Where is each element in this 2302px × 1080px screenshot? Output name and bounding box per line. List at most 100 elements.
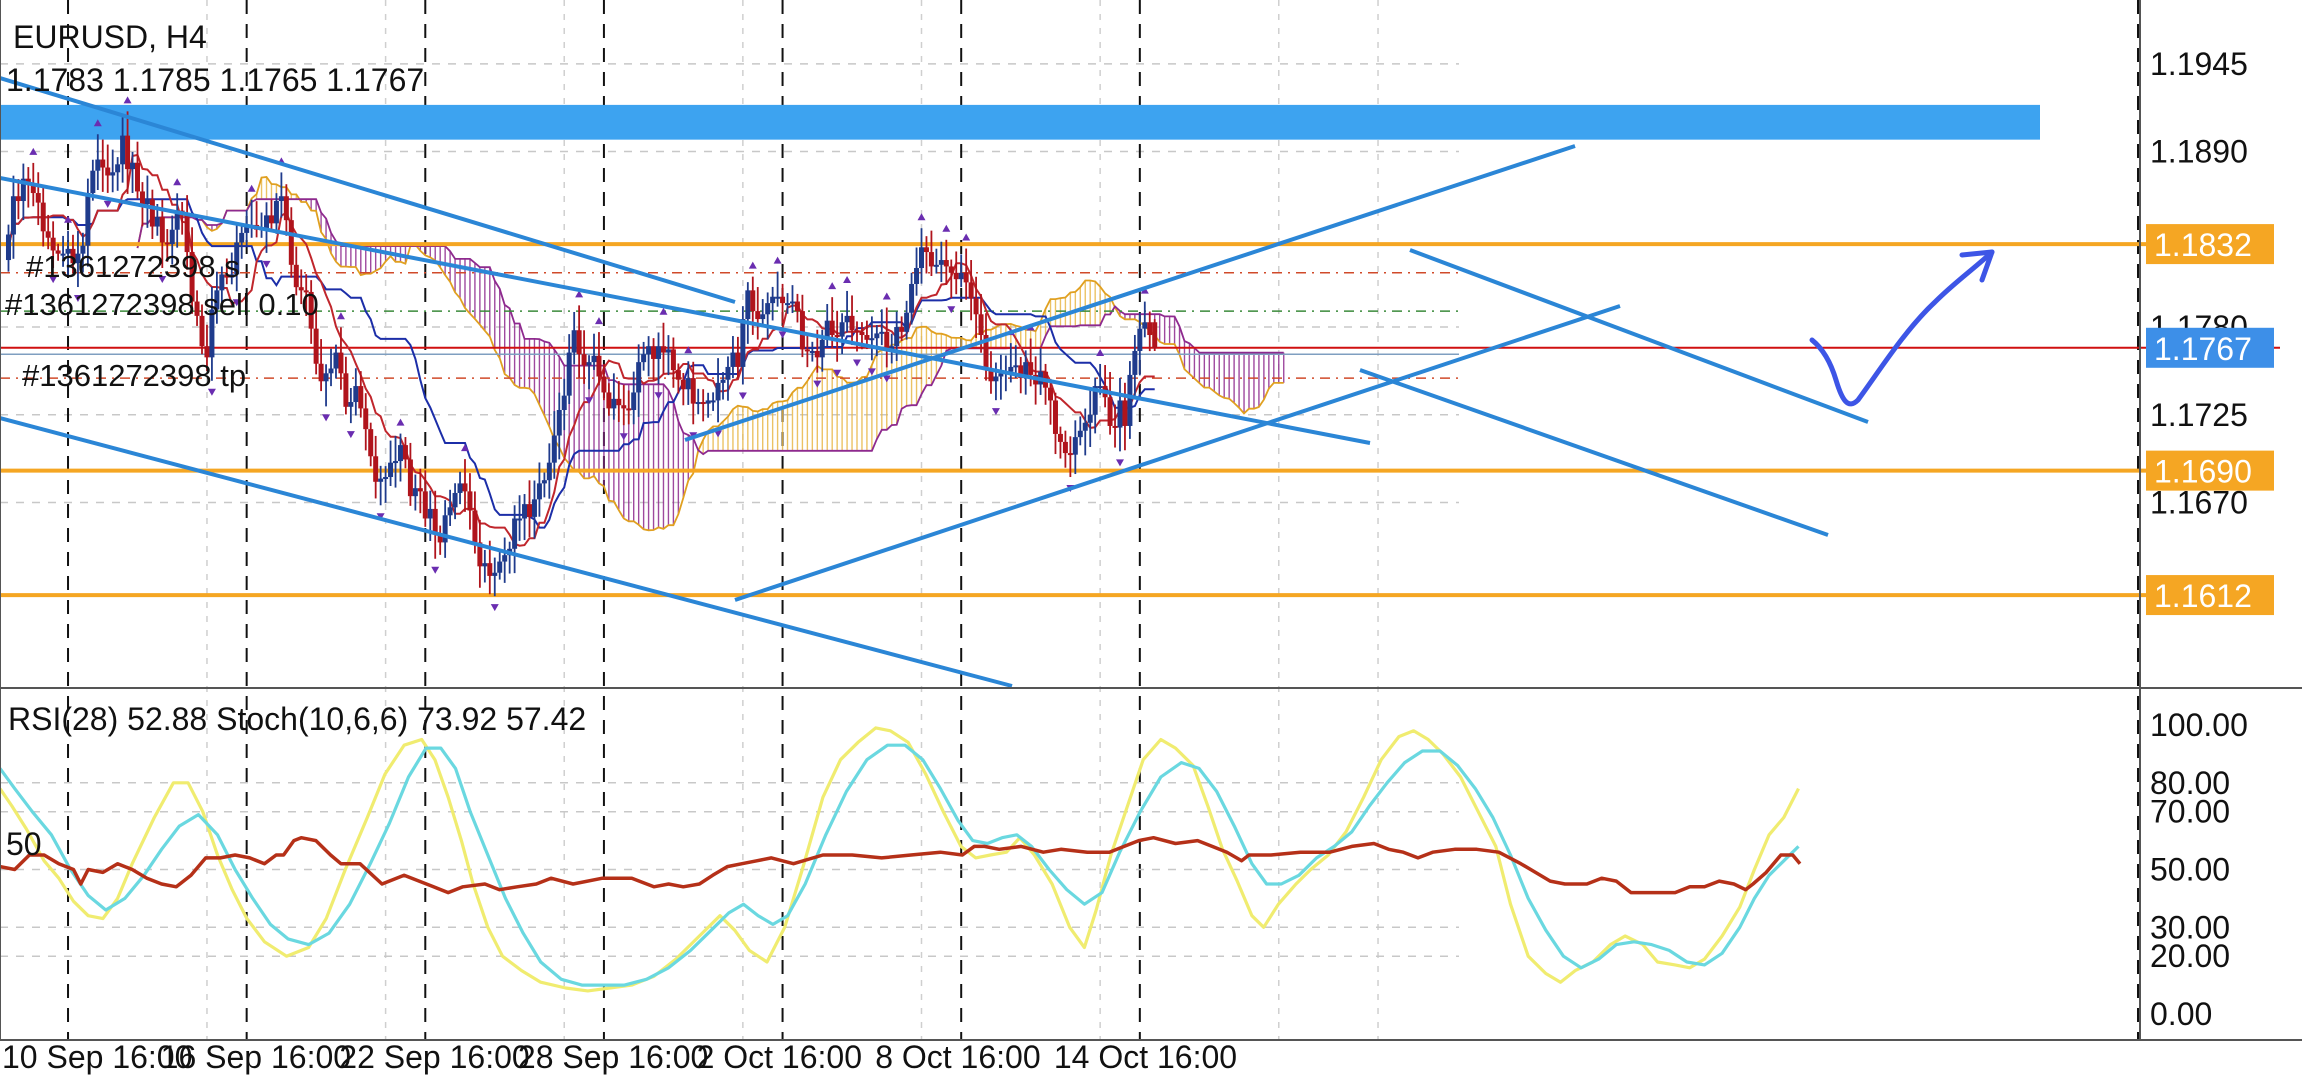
bear-candle [1052, 400, 1058, 434]
bull-candle [909, 283, 915, 313]
bull-candle [427, 508, 433, 519]
bull-candle [958, 272, 964, 280]
bear-candle [606, 392, 612, 409]
bull-candle [1097, 386, 1103, 389]
bear-candle [338, 352, 344, 374]
bear-candle [487, 563, 493, 576]
oscillator-tick-label: 20.00 [2150, 938, 2230, 974]
bull-candle [10, 196, 16, 235]
bull-candle [452, 492, 458, 508]
bull-candle [531, 499, 537, 517]
bull-candle [110, 172, 116, 176]
bull-candle [551, 435, 557, 463]
bull-candle [447, 507, 453, 516]
bear-candle [1062, 441, 1068, 454]
bull-candle [536, 483, 542, 500]
bear-candle [1067, 453, 1073, 456]
bear-candle [953, 272, 959, 280]
bull-candle [745, 290, 751, 320]
bull-candle [839, 322, 845, 337]
bull-candle [546, 462, 552, 481]
bull-candle [323, 373, 329, 382]
bull-candle [1142, 322, 1148, 329]
bull-candle [1013, 365, 1019, 368]
time-tick-label: 14 Oct 16:00 [1054, 1039, 1237, 1075]
chart-background [0, 0, 2302, 1080]
bull-candle [938, 260, 944, 265]
bull-candle [641, 354, 647, 363]
price-tick-label: 1.1890 [2150, 134, 2248, 170]
chart-canvas[interactable]: EURUSD, H4 1.1783 1.1785 1.1765 1.1767 #… [0, 0, 2302, 1080]
bear-candle [283, 196, 289, 221]
rsi-level-label: 50 [6, 826, 42, 862]
bull-candle [1127, 374, 1133, 426]
bear-candle [968, 282, 974, 299]
oscillator-tick-label: 50.00 [2150, 852, 2230, 888]
bear-candle [651, 346, 657, 359]
bull-candle [591, 355, 597, 363]
bear-candle [432, 508, 438, 535]
bear-candle [675, 370, 681, 380]
bear-candle [576, 330, 582, 355]
bull-candle [646, 346, 652, 355]
bull-candle [809, 350, 815, 353]
bull-candle [775, 296, 781, 299]
bull-candle [388, 462, 394, 478]
bull-candle [130, 162, 136, 170]
bear-candle [700, 402, 706, 405]
bull-candle [1132, 350, 1138, 375]
bear-candle [670, 349, 676, 371]
bull-candle [457, 483, 463, 493]
bull-candle [765, 303, 771, 315]
bear-candle [899, 327, 905, 332]
bear-candle [417, 488, 423, 492]
bull-candle [522, 504, 528, 519]
bull-candle [566, 352, 572, 396]
bear-candle [814, 350, 820, 358]
bull-candle [378, 478, 384, 482]
bear-candle [159, 216, 165, 243]
bull-candle [705, 400, 711, 404]
bull-candle [348, 402, 354, 407]
bull-candle [397, 445, 403, 462]
bear-candle [184, 213, 190, 253]
bull-candle [685, 378, 691, 390]
bear-candle [105, 167, 111, 176]
bull-candle [770, 296, 776, 304]
resistance-zone [0, 104, 2040, 140]
bear-candle [462, 483, 468, 492]
level-price-label: 1.1690 [2154, 454, 2252, 490]
bear-candle [373, 456, 379, 482]
bear-candle [422, 491, 428, 519]
bull-candle [85, 193, 91, 246]
bear-candle [621, 405, 627, 409]
bear-candle [134, 162, 140, 192]
bull-candle [725, 366, 731, 380]
bull-candle [1072, 437, 1078, 455]
bear-candle [204, 346, 210, 358]
bull-candle [844, 315, 850, 323]
bear-candle [1028, 362, 1034, 375]
bull-candle [933, 264, 939, 267]
bear-candle [15, 196, 21, 202]
bear-candle [859, 331, 865, 336]
bear-candle [139, 191, 145, 205]
ohlc-label: 1.1783 1.1785 1.1765 1.1767 [6, 62, 424, 98]
bull-candle [1008, 366, 1014, 372]
order-label-short: #1361272398 s [26, 249, 240, 284]
bear-candle [467, 491, 473, 511]
resistance-zone-band [0, 104, 2040, 140]
bear-candle [318, 363, 324, 382]
bear-candle [1122, 400, 1128, 426]
bull-candle [492, 572, 498, 576]
bull-candle [482, 563, 488, 567]
bear-candle [601, 376, 607, 393]
bull-candle [412, 488, 418, 497]
bull-candle [169, 229, 175, 245]
bull-candle [239, 232, 245, 243]
bear-candle [1048, 387, 1054, 401]
bull-candle [785, 303, 791, 306]
bear-candle [943, 260, 949, 267]
bear-candle [125, 135, 131, 170]
bear-candle [293, 264, 299, 288]
